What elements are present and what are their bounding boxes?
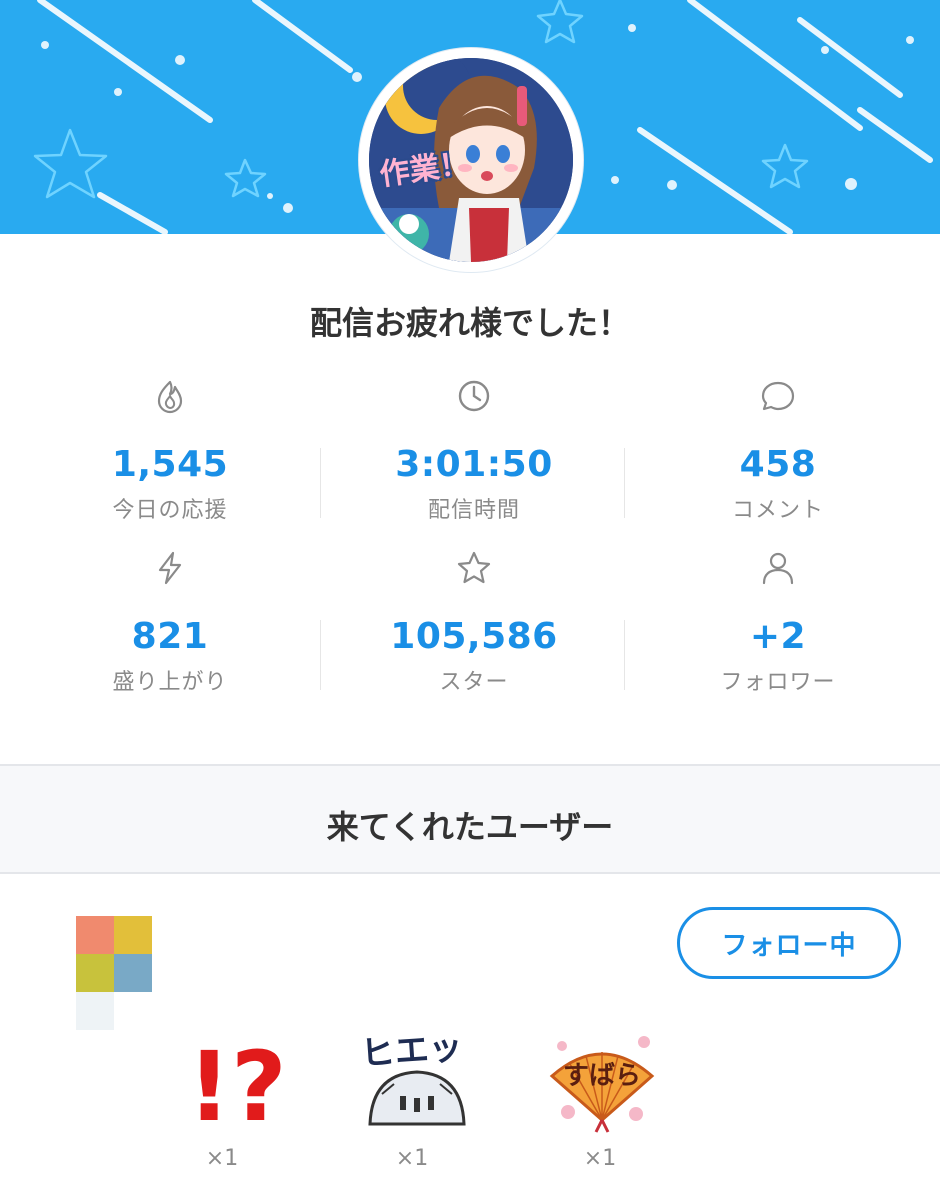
stat-stream-time: 3:01:50 配信時間: [322, 378, 626, 546]
section-title: 来てくれたユーザー: [326, 808, 614, 846]
stat-divider: [320, 448, 321, 518]
stat-value: 458: [739, 444, 817, 485]
stat-value: 3:01:50: [395, 444, 553, 485]
sticker-count: ×1: [583, 1146, 617, 1171]
subara-sticker: すばら: [540, 1024, 670, 1134]
streamer-avatar[interactable]: 作業！: [359, 48, 583, 272]
stat-followers: +2 フォロワー: [626, 550, 930, 718]
stat-divider: [624, 448, 625, 518]
svg-text:すばら: すばら: [563, 1061, 641, 1091]
stat-value: +2: [749, 616, 807, 657]
star-icon: [457, 551, 491, 584]
stat-label: 配信時間: [427, 498, 520, 523]
svg-text:ヒエッ: ヒエッ: [360, 1027, 465, 1074]
lightning-icon: [158, 551, 182, 585]
hyeh-sticker: ヒエッ: [352, 1024, 482, 1134]
exclaim-question-sticker: !?: [172, 1024, 302, 1134]
stat-stars: 105,586 スター: [322, 550, 626, 718]
stat-excitement: 821 盛り上がり: [18, 550, 322, 718]
stats-grid: 1,545 今日の応援 3:01:50 配信時間 458 コメント 821 盛り…: [18, 378, 930, 722]
clock-icon: [458, 380, 490, 412]
stat-label: フォロワー: [720, 670, 836, 695]
stat-label: 今日の応援: [112, 498, 228, 523]
stat-cheers: 1,545 今日の応援: [18, 378, 322, 546]
user-avatar[interactable]: [76, 916, 152, 1030]
sticker-count: ×1: [395, 1146, 429, 1171]
stat-value: 1,545: [111, 444, 229, 485]
stat-divider: [624, 620, 625, 690]
stream-summary-title: 配信お疲れ様でした！: [309, 304, 630, 342]
stat-divider: [320, 620, 321, 690]
avatar-illustration: 作業！: [369, 58, 573, 262]
stat-value: 105,586: [390, 616, 558, 657]
following-button[interactable]: フォロー中: [677, 907, 901, 979]
stat-comments: 458 コメント: [626, 378, 930, 546]
stat-label: コメント: [731, 498, 824, 523]
flame-icon: [157, 380, 183, 414]
person-icon: [762, 552, 794, 585]
visitors-section-header: 来てくれたユーザー: [0, 764, 940, 874]
sticker-count: ×1: [205, 1146, 239, 1171]
svg-text:!?: !?: [187, 1031, 286, 1134]
stat-label: 盛り上がり: [112, 670, 228, 695]
stat-label: スター: [439, 670, 509, 695]
stat-value: 821: [131, 616, 209, 657]
comment-icon: [761, 381, 795, 411]
